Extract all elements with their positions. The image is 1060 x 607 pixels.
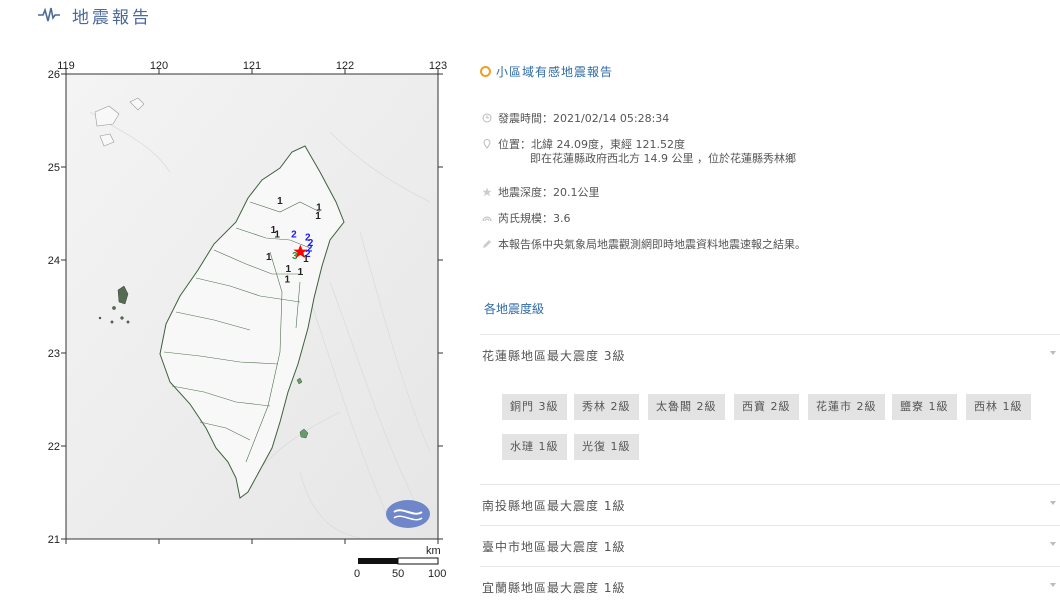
lat-tick-label: 23 bbox=[48, 348, 60, 360]
report-title-row: 小區域有感地震報告 bbox=[480, 60, 1060, 82]
info-location: 位置：北緯 24.09度，東經 121.52度 即在花蓮縣政府西北方 14.9 … bbox=[480, 138, 1060, 186]
chevron-down-icon bbox=[1050, 542, 1056, 546]
region-hualien[interactable]: 花蓮縣地區最大震度 3級 bbox=[480, 334, 1060, 375]
station-chip: 西寶 2級 bbox=[734, 394, 799, 420]
scale-unit: km bbox=[426, 545, 441, 557]
scale-label: 50 bbox=[392, 568, 404, 580]
lat-tick-label: 25 bbox=[48, 162, 60, 174]
page-header: 地震報告 bbox=[38, 4, 152, 28]
station-chip: 太魯閣 2級 bbox=[648, 394, 725, 420]
clock-icon bbox=[482, 113, 492, 123]
pencil-icon bbox=[483, 240, 491, 248]
station-intensity-mark: 1 bbox=[285, 274, 291, 285]
intensity-section-title: 各地震度級 bbox=[484, 302, 545, 316]
scale-label: 100 bbox=[428, 568, 446, 580]
lon-tick-label: 121 bbox=[243, 60, 261, 72]
scale-label: 0 bbox=[354, 568, 360, 580]
bullet-ring-icon bbox=[480, 65, 491, 77]
station-chip: 水璉 1級 bbox=[502, 434, 567, 460]
report-panel: 小區域有感地震報告 發震時間：2021/02/14 05:28:34 位置：北緯… bbox=[480, 60, 1060, 595]
lon-tick-label: 123 bbox=[429, 60, 447, 72]
lat-tick-label: 26 bbox=[48, 69, 60, 81]
station-intensity-mark: 1 bbox=[274, 230, 280, 241]
region-nantou[interactable]: 南投縣地區最大震度 1級 bbox=[480, 484, 1060, 525]
station-chip: 鹽寮 1級 bbox=[892, 394, 957, 420]
info-magnitude: 芮氏規模：3.6 bbox=[480, 212, 1060, 238]
chevron-down-icon bbox=[1050, 501, 1056, 505]
lat-tick-label: 24 bbox=[48, 255, 60, 267]
report-title: 小區域有感地震報告 bbox=[496, 64, 614, 79]
seismograph-icon bbox=[38, 7, 60, 22]
chevron-down-icon bbox=[1050, 351, 1056, 355]
earthquake-map: 119 120 121 122 123 26 25 24 23 22 21 111112222231… bbox=[0, 52, 460, 592]
station-chip: 西林 1級 bbox=[966, 394, 1031, 420]
region-taichung[interactable]: 臺中市地區最大震度 1級 bbox=[480, 525, 1060, 566]
info-time: 發震時間：2021/02/14 05:28:34 bbox=[480, 112, 1060, 138]
lon-tick-label: 120 bbox=[150, 60, 168, 72]
report-info: 發震時間：2021/02/14 05:28:34 位置：北緯 24.09度，東經… bbox=[480, 112, 1060, 264]
station-chip: 秀林 2級 bbox=[574, 394, 639, 420]
star-icon bbox=[482, 187, 492, 197]
lat-tick-label: 21 bbox=[48, 534, 60, 546]
scale-bar bbox=[358, 557, 439, 565]
station-intensity-mark: 1 bbox=[266, 252, 272, 263]
region-yilan[interactable]: 宜蘭縣地區最大震度 1級 bbox=[480, 566, 1060, 607]
station-chip: 光復 1級 bbox=[574, 434, 639, 460]
station-chip: 花蓮市 2級 bbox=[808, 394, 885, 420]
cwb-logo-icon bbox=[386, 500, 430, 528]
info-depth: 地震深度：20.1公里 bbox=[480, 186, 1060, 212]
lon-tick-label: 122 bbox=[336, 60, 354, 72]
station-intensity-mark: 1 bbox=[315, 211, 321, 222]
wave-icon bbox=[482, 216, 492, 222]
info-note: 本報告係中央氣象局地震觀測網即時地震資料地震速報之結果。 bbox=[480, 238, 1060, 264]
station-intensity-mark: 1 bbox=[298, 267, 304, 278]
station-intensity-mark: 1 bbox=[277, 196, 283, 207]
lat-tick-label: 22 bbox=[48, 441, 60, 453]
page-title: 地震報告 bbox=[72, 7, 152, 28]
station-chip: 銅門 3級 bbox=[502, 394, 567, 420]
station-intensity-mark: 2 bbox=[291, 230, 297, 241]
chevron-down-icon bbox=[1050, 583, 1056, 587]
location-pin-icon bbox=[483, 139, 491, 149]
